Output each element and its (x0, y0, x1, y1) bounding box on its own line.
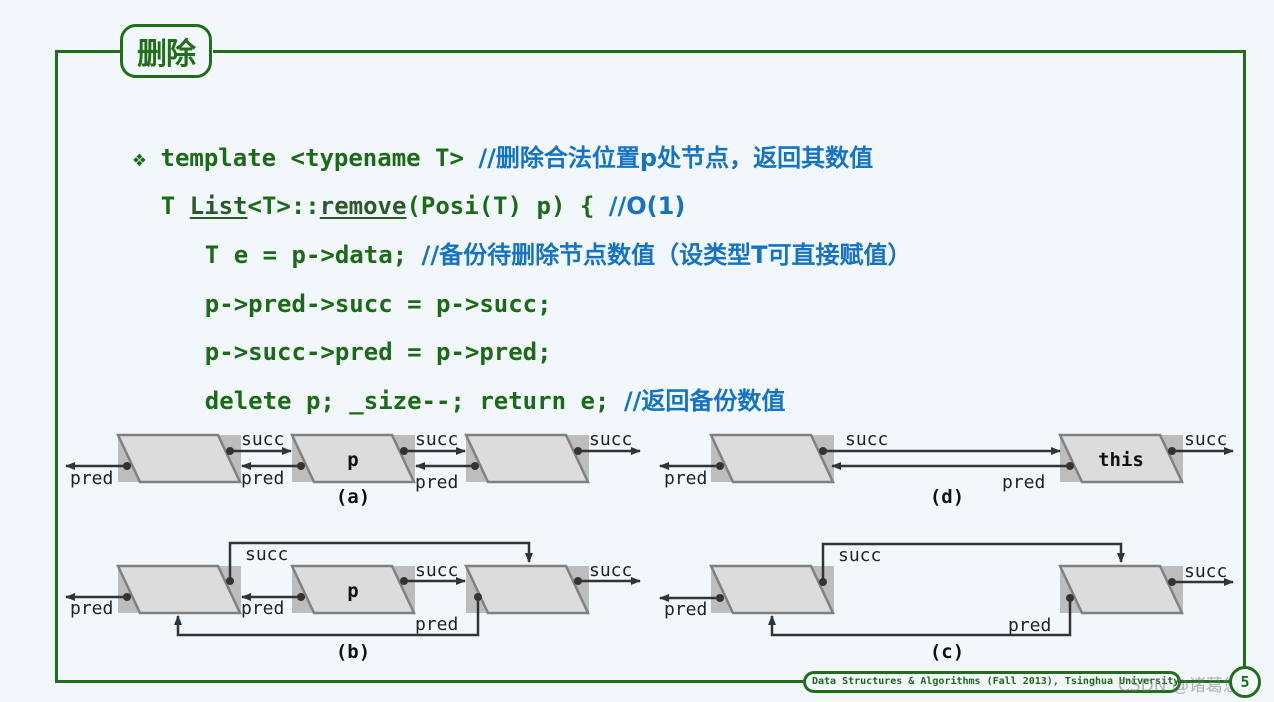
pred-label: pred (1008, 615, 1051, 636)
list-node (464, 433, 590, 484)
succ-label: succ (415, 429, 458, 450)
succ-label: succ (415, 560, 458, 581)
succ-label: succ (245, 544, 288, 565)
succ-label: succ (1184, 561, 1227, 582)
pred-label: pred (1002, 472, 1045, 493)
node-label-p: p (347, 580, 358, 602)
succ-label: succ (241, 429, 284, 450)
list-node (1058, 564, 1184, 615)
list-node (464, 564, 590, 615)
pred-label: pred (415, 614, 458, 635)
node-label-this: this (1098, 449, 1144, 471)
succ-label: succ (1184, 429, 1227, 450)
succ-label: succ (845, 429, 888, 450)
list-node (116, 564, 242, 615)
pred-label: pred (70, 598, 113, 619)
diagram-caption: (d) (930, 486, 964, 508)
node-label-p: p (347, 449, 358, 471)
pred-label: pred (241, 598, 284, 619)
list-node (709, 564, 835, 615)
pred-label: pred (664, 468, 707, 489)
succ-label: succ (838, 545, 881, 566)
linked-list-diagrams: succ succ succ pred pred pred p (a) succ… (65, 429, 1234, 663)
diagram-caption: (a) (336, 486, 370, 508)
diagram-caption: (c) (930, 641, 964, 663)
list-node (116, 433, 242, 484)
pred-label: pred (664, 599, 707, 620)
pred-label: pred (415, 472, 458, 493)
succ-label: succ (589, 429, 632, 450)
list-node (709, 433, 835, 484)
pred-label: pred (70, 468, 113, 489)
page-number: 5 (1229, 666, 1261, 698)
succ-label: succ (589, 560, 632, 581)
pred-label: pred (241, 468, 284, 489)
diagram-caption: (b) (336, 641, 370, 663)
